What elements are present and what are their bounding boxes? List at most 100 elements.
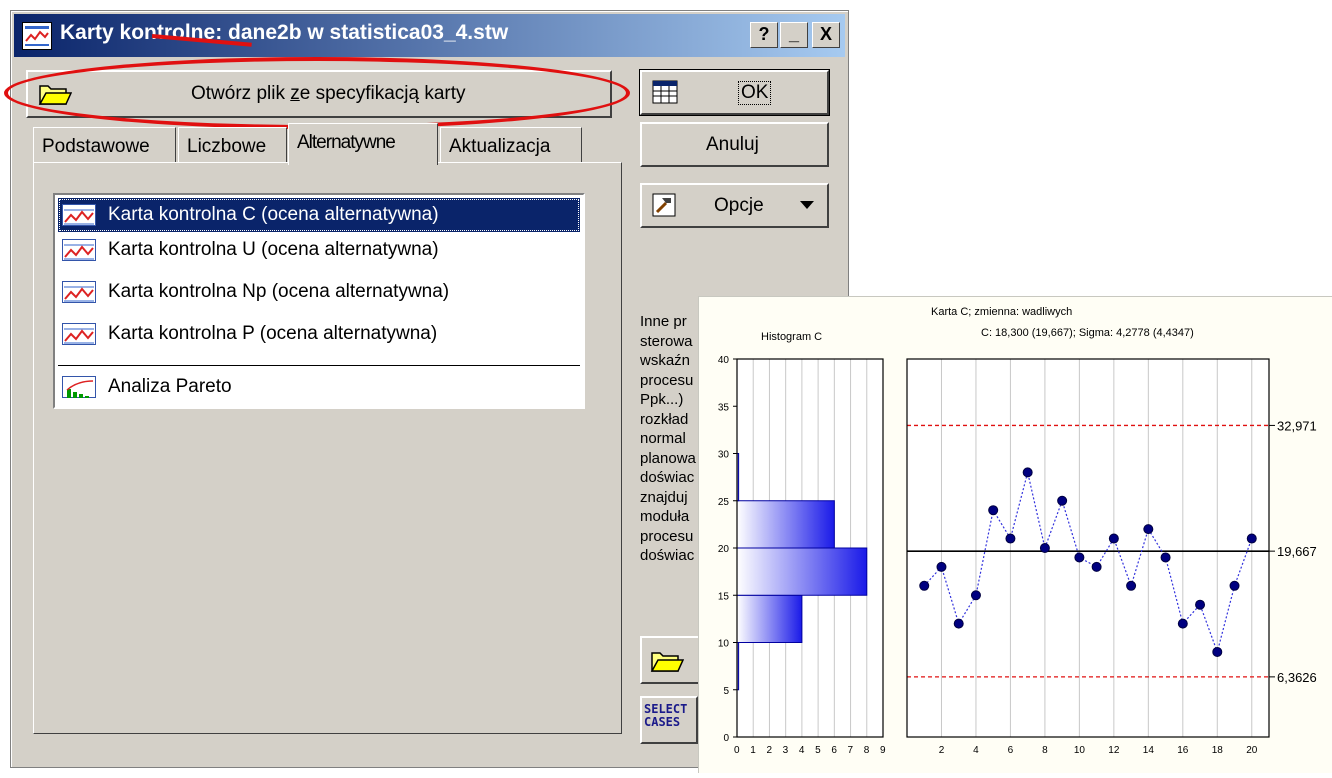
control-chart-x-tick-label: 8 bbox=[1042, 745, 1048, 756]
tab-alternatywne[interactable]: Alternatywne bbox=[288, 123, 438, 165]
control-chart-x-tick-label: 14 bbox=[1143, 745, 1155, 756]
histogram-x-tick-label: 3 bbox=[783, 745, 789, 756]
list-item[interactable]: Karta kontrolna Np (ocena alternatywna) bbox=[58, 275, 580, 309]
chart-window-icon bbox=[22, 22, 52, 50]
description-line: wskaźn bbox=[640, 352, 691, 369]
control-chart-point bbox=[1057, 495, 1068, 506]
histogram-bar bbox=[736, 594, 803, 643]
histogram: 0 1 2 3 4 5 6 7 8 90510152025303540 bbox=[718, 355, 886, 756]
control-chart-x-tick-label: 12 bbox=[1108, 745, 1120, 756]
title-bar: Karty kontrolne: dane2b w statistica03_4… bbox=[14, 14, 845, 57]
lower-control-limit-label: 6,3626 bbox=[1277, 670, 1317, 685]
tab-liczbowe[interactable]: Liczbowe bbox=[178, 127, 287, 163]
open-file-button[interactable] bbox=[640, 636, 700, 684]
select-cases-line2: CASES bbox=[644, 715, 681, 729]
histogram-y-tick-label: 0 bbox=[723, 733, 729, 744]
options-label: Opcje bbox=[714, 195, 764, 216]
histogram-x-tick-label: 9 bbox=[880, 745, 886, 756]
histogram-x-tick-label: 7 bbox=[848, 745, 854, 756]
description-line: normal bbox=[640, 430, 686, 447]
control-chart-point bbox=[988, 505, 999, 516]
minimize-button[interactable]: _ bbox=[780, 22, 808, 48]
description-line: doświac bbox=[640, 547, 695, 564]
control-chart-icon bbox=[62, 323, 96, 345]
histogram-x-tick-label: 8 bbox=[864, 745, 870, 756]
description-line: moduła bbox=[640, 508, 690, 525]
description-line: rozkład bbox=[640, 410, 689, 428]
control-chart-title: Karta C; zmienna: wadliwych bbox=[931, 306, 1072, 318]
control-chart-point bbox=[1039, 543, 1050, 553]
histogram-x-tick-label: 4 bbox=[799, 745, 805, 756]
close-button[interactable]: X bbox=[812, 22, 840, 48]
open-spec-file-button[interactable]: Otwórz plik ze specyfikacją karty bbox=[26, 70, 612, 118]
control-chart-x-tick-label: 4 bbox=[973, 745, 979, 756]
description-text: Inne pr sterowa wskaźn procesu Ppk...) r… bbox=[640, 312, 696, 566]
select-cases-icon: SELECT CASES bbox=[644, 703, 687, 729]
histogram-y-tick-label: 10 bbox=[718, 639, 730, 650]
list-item[interactable]: Analiza Pareto bbox=[58, 370, 580, 404]
histogram-x-tick-label: 1 bbox=[750, 745, 756, 756]
description-line: Inne pr bbox=[640, 313, 687, 330]
control-chart-icon bbox=[62, 239, 96, 261]
dropdown-arrow-icon bbox=[800, 201, 814, 209]
list-separator bbox=[58, 365, 580, 366]
control-chart-x-tick-label: 10 bbox=[1074, 745, 1086, 756]
control-chart-point bbox=[1177, 618, 1188, 629]
list-item[interactable]: Karta kontrolna U (ocena alternatywna) bbox=[58, 233, 580, 267]
control-chart: 2 4 6 8 10 12 14 16 18 20 32,971 19,667 6,3626 bbox=[906, 358, 1317, 756]
tab-podstawowe[interactable]: Podstawowe bbox=[33, 127, 176, 163]
histogram-x-tick-label: 0 bbox=[734, 745, 740, 756]
control-chart-graphic: Histogram C Karta C; zmienna: wadliwych … bbox=[718, 306, 1317, 756]
description-line: procesu bbox=[640, 527, 694, 545]
control-chart-plot-area bbox=[907, 359, 1269, 737]
control-chart-point bbox=[1160, 552, 1171, 563]
ok-label: OK bbox=[738, 81, 772, 105]
ok-button[interactable]: OK bbox=[639, 69, 830, 116]
options-button[interactable]: Opcje bbox=[640, 183, 829, 228]
list-item-label: Karta kontrolna Np (ocena alternatywna) bbox=[108, 281, 450, 302]
list-item[interactable]: Karta kontrolna P (ocena alternatywna) bbox=[58, 317, 580, 351]
histogram-bar bbox=[736, 547, 868, 596]
tab-aktualizacja[interactable]: Aktualizacja bbox=[440, 127, 582, 163]
list-item-label: Karta kontrolna U (ocena alternatywna) bbox=[108, 239, 439, 260]
open-spec-label-mnemonic: z bbox=[290, 83, 300, 104]
cancel-button[interactable]: Anuluj bbox=[640, 122, 829, 167]
hammer-icon bbox=[652, 193, 676, 223]
list-item-label: Karta kontrolna C (ocena alternatywna) bbox=[108, 204, 439, 225]
list-item[interactable]: Karta kontrolna C (ocena alternatywna) bbox=[58, 198, 580, 232]
chart-type-list[interactable]: Karta kontrolna C (ocena alternatywna) K… bbox=[53, 193, 585, 409]
control-chart-point bbox=[919, 580, 930, 591]
open-spec-file-label: Otwórz plik ze specyfikacją karty bbox=[191, 83, 466, 105]
control-chart-point bbox=[1143, 524, 1154, 535]
open-spec-label-suffix: e specyfikacją karty bbox=[299, 83, 466, 104]
control-chart-x-tick-label: 20 bbox=[1246, 745, 1258, 756]
histogram-y-tick-label: 40 bbox=[718, 355, 730, 366]
select-cases-button[interactable]: SELECT CASES bbox=[640, 696, 698, 744]
description-line: doświac bbox=[640, 469, 695, 486]
control-chart-x-tick-label: 6 bbox=[1008, 745, 1014, 756]
upper-control-limit-label: 32,971 bbox=[1277, 418, 1317, 433]
control-chart-point bbox=[1108, 533, 1119, 544]
control-chart-icon bbox=[62, 281, 96, 303]
cancel-label: Anuluj bbox=[706, 134, 759, 155]
open-folder-icon bbox=[38, 80, 73, 114]
control-chart-point bbox=[936, 561, 947, 572]
control-chart-point bbox=[953, 618, 964, 629]
histogram-x-tick-label: 5 bbox=[815, 745, 821, 756]
histogram-y-tick-label: 25 bbox=[718, 497, 730, 508]
list-item-label: Analiza Pareto bbox=[108, 376, 232, 397]
control-chart-point bbox=[1212, 646, 1223, 657]
histogram-y-tick-label: 15 bbox=[718, 591, 730, 602]
histogram-y-tick-label: 30 bbox=[718, 450, 730, 461]
description-line: procesu bbox=[640, 371, 694, 389]
control-chart-point bbox=[970, 590, 981, 601]
description-line: Ppk...) bbox=[640, 391, 684, 408]
control-chart-icon bbox=[62, 204, 96, 226]
control-chart-point bbox=[1091, 561, 1102, 572]
control-chart-point bbox=[1005, 533, 1016, 544]
chart-window: Histogram C Karta C; zmienna: wadliwych … bbox=[698, 296, 1332, 773]
help-button[interactable]: ? bbox=[750, 22, 778, 48]
histogram-y-tick-label: 5 bbox=[723, 686, 729, 697]
control-chart-subtitle: C: 18,300 (19,667); Sigma: 4,2778 (4,434… bbox=[981, 327, 1194, 339]
control-chart-x-tick-label: 18 bbox=[1212, 745, 1224, 756]
